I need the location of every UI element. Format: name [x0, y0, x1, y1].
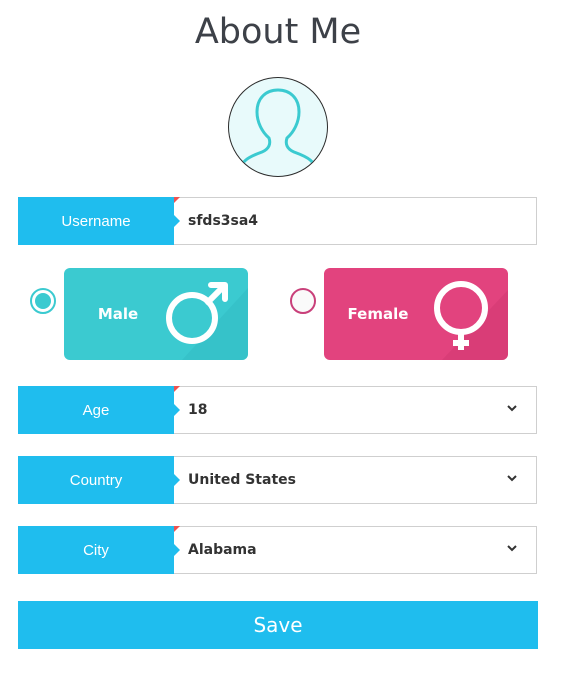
country-select[interactable]: United States	[174, 456, 537, 504]
city-row: City Alabama	[18, 526, 538, 574]
female-radio[interactable]	[290, 288, 316, 314]
username-label: Username	[18, 197, 174, 245]
chevron-down-icon[interactable]	[506, 402, 518, 414]
male-label: Male	[97, 305, 139, 323]
save-button[interactable]: Save	[18, 601, 538, 649]
corner-mark	[174, 526, 180, 532]
country-label: Country	[18, 456, 174, 504]
corner-mark	[174, 386, 180, 392]
female-label: Female	[347, 305, 409, 323]
city-value: Alabama	[188, 542, 257, 558]
corner-mark	[174, 197, 180, 203]
male-option-card[interactable]: Male	[64, 268, 248, 360]
label-pointer	[174, 215, 180, 227]
chevron-down-icon[interactable]	[506, 542, 518, 554]
female-option-card[interactable]: Female	[324, 268, 508, 360]
label-pointer	[174, 474, 180, 486]
username-input[interactable]: sfds3sa4	[174, 197, 537, 245]
page-title: About Me	[194, 12, 362, 52]
user-silhouette-icon	[235, 88, 321, 176]
male-radio[interactable]	[30, 288, 56, 314]
chevron-down-icon[interactable]	[506, 472, 518, 484]
male-radio-dot	[35, 293, 51, 309]
age-row: Age 18	[18, 386, 538, 434]
age-label: Age	[18, 386, 174, 434]
username-value: sfds3sa4	[188, 213, 259, 229]
age-select[interactable]: 18	[174, 386, 537, 434]
label-pointer	[174, 404, 180, 416]
city-label: City	[18, 526, 174, 574]
city-select[interactable]: Alabama	[174, 526, 537, 574]
age-value: 18	[188, 402, 208, 418]
username-row: Username sfds3sa4	[18, 197, 538, 245]
label-pointer	[174, 544, 180, 556]
country-row: Country United States	[18, 456, 538, 504]
country-value: United States	[188, 472, 296, 488]
avatar[interactable]	[228, 77, 328, 177]
